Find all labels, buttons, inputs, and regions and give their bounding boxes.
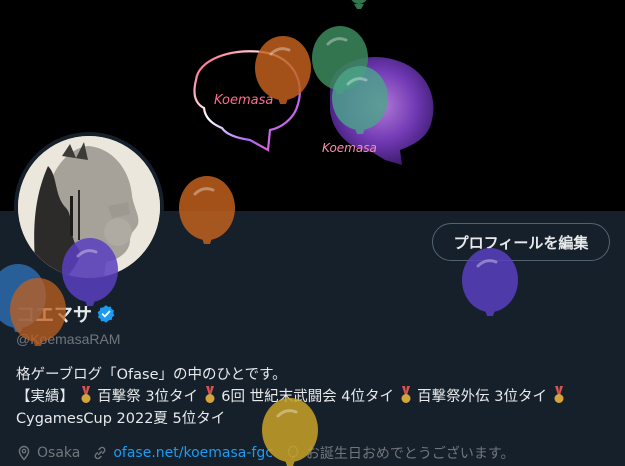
location-text: Osaka (37, 445, 81, 461)
display-name: コエマサ (16, 304, 93, 326)
profile-bio: 格ゲーブログ「Ofase」の中のひとです。 【実績】 百撃祭 3位タイ 6回 世… (16, 364, 616, 430)
medal-icon (81, 386, 91, 403)
profile-meta-row: Osaka ofase.net/koemasa-fgc お誕生日おめでとうござい… (16, 443, 527, 463)
medal-icon (554, 386, 564, 403)
link-icon (94, 446, 106, 460)
bio-achievements-label: 【実績】 (16, 389, 74, 405)
birthday-text: お誕生日おめでとうございます。 (305, 446, 515, 462)
bio-line-3: CygamesCup 2022夏 5位タイ (16, 411, 226, 427)
edit-profile-button[interactable]: プロフィールを編集 (432, 223, 610, 261)
bio-line-1: 格ゲーブログ「Ofase」の中のひとです。 (16, 367, 287, 383)
user-handle: @KoemasaRAM (16, 331, 121, 347)
website-link[interactable]: ofase.net/koemasa-fgc (113, 445, 273, 461)
website[interactable]: ofase.net/koemasa-fgc (92, 445, 273, 461)
profile-name-row: コエマサ (16, 300, 116, 327)
bio-achievement-2: 6回 世紀末武闘会 4位タイ (221, 389, 394, 405)
banner-logo-text-1: Koemasa (214, 93, 273, 108)
medal-icon (205, 386, 215, 403)
avatar[interactable] (14, 132, 164, 282)
avatar-image (18, 136, 160, 278)
location: Osaka (16, 445, 80, 461)
bio-line-2: 【実績】 百撃祭 3位タイ 6回 世紀末武闘会 4位タイ 百撃祭外伝 3位タイ (16, 386, 616, 408)
birthday: お誕生日おめでとうございます。 (285, 443, 515, 463)
medal-icon (401, 386, 411, 403)
bio-achievement-1: 百撃祭 3位タイ (97, 389, 199, 405)
balloon-icon (287, 445, 299, 460)
location-pin-icon (18, 445, 30, 461)
banner-logo-text-2: Koemasa (322, 141, 377, 155)
bio-achievement-3: 百撃祭外伝 3位タイ (417, 389, 548, 405)
verified-badge-icon[interactable] (96, 304, 116, 324)
